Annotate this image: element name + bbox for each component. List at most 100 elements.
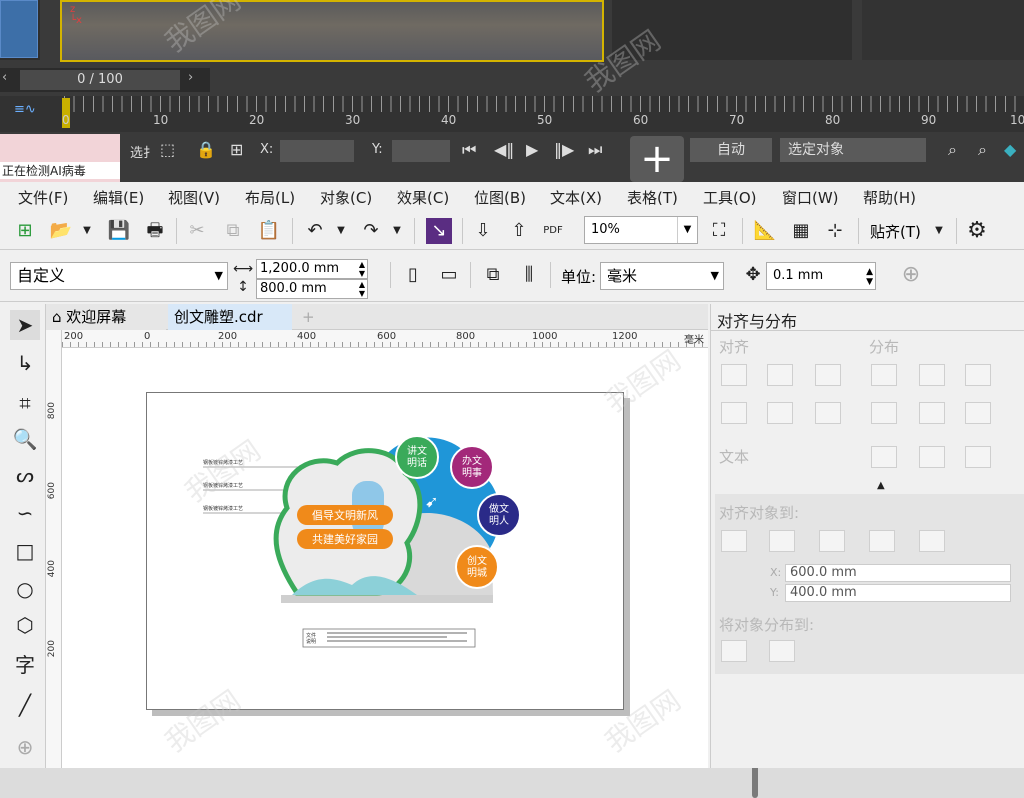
show-grid-icon[interactable]: ▦ <box>788 218 814 244</box>
show-guidelines-icon[interactable]: ⊹ <box>822 218 848 244</box>
text-tool-icon[interactable]: 字 <box>10 650 40 680</box>
text-baseline-2-icon[interactable] <box>919 446 945 468</box>
all-pages-icon[interactable]: ⧉ <box>480 262 506 288</box>
goto-start-icon[interactable]: ⏮ <box>462 140 476 160</box>
align-x-field[interactable]: X: 600.0 mm <box>770 564 1011 582</box>
export-icon[interactable]: ⇧ <box>506 218 532 244</box>
add-tool-icon[interactable]: ⊕ <box>10 732 40 762</box>
vertical-ruler[interactable]: 800 600 400 200 <box>46 330 62 768</box>
freehand-tool-icon[interactable]: ᔕ <box>10 460 40 490</box>
options-gear-icon[interactable]: ⚙ <box>964 218 990 244</box>
artwork-svg[interactable]: 钢板镀锌烤漆工艺 钢板镀锌烤漆工艺 钢板镀锌烤漆工艺 ➹ 倡导文明新风 共建美好… <box>147 393 625 711</box>
menu-bitmaps[interactable]: 位图(B) <box>474 187 526 208</box>
viewport-right[interactable] <box>612 0 852 60</box>
polygon-tool-icon[interactable]: ⬡ <box>10 610 40 640</box>
timeline-ruler[interactable]: ≡∿ 0 10 20 30 40 50 60 70 80 90 10 <box>0 96 1024 132</box>
menu-text[interactable]: 文本(X) <box>550 187 602 208</box>
distribute-page-icon[interactable] <box>769 640 795 662</box>
redo-icon[interactable]: ↷ <box>358 218 384 244</box>
distribute-right-icon[interactable] <box>965 364 991 386</box>
distribute-bottom-icon[interactable] <box>965 402 991 424</box>
artistic-media-icon[interactable]: ∽ <box>10 498 40 528</box>
redo-dropdown-icon[interactable]: ▼ <box>384 218 410 244</box>
distribute-middle-icon[interactable] <box>919 402 945 424</box>
menu-tools[interactable]: 工具(O) <box>703 187 757 208</box>
units-dropdown[interactable]: 毫米 ▼ <box>600 262 724 290</box>
zoom-level-dropdown[interactable]: 10% ▼ <box>584 216 698 244</box>
prev-key-icon[interactable]: ◀‖ <box>494 140 514 159</box>
copy-icon[interactable]: ⧉ <box>220 218 246 244</box>
collapse-arrow-icon[interactable]: ▲ <box>877 480 885 491</box>
distribute-left-icon[interactable] <box>871 364 897 386</box>
cut-icon[interactable]: ✂ <box>184 218 210 244</box>
auto-key-button[interactable]: 自动 <box>690 138 772 162</box>
import-icon[interactable]: ⇩ <box>470 218 496 244</box>
selected-object-dropdown[interactable]: 选定对象 <box>780 138 926 162</box>
snap-to-dropdown[interactable]: 贴齐(T) <box>870 221 921 242</box>
tab-welcome[interactable]: ⌂ 欢迎屏幕 <box>46 304 166 330</box>
line-tool-icon[interactable]: ╱ <box>10 690 40 720</box>
grid-icon[interactable] <box>869 530 895 552</box>
portrait-icon[interactable]: ▯ <box>400 262 426 288</box>
rectangle-tool-icon[interactable]: □ <box>10 536 40 566</box>
open-icon[interactable]: 📂 <box>48 218 74 244</box>
menu-effects[interactable]: 效果(C) <box>397 187 449 208</box>
pick-tool-icon[interactable]: ➤ <box>10 310 40 340</box>
drawing-canvas[interactable]: 钢板镀锌烤漆工艺 钢板镀锌烤漆工艺 钢板镀锌烤漆工艺 ➹ 倡导文明新风 共建美好… <box>62 348 758 798</box>
zoom-tool-icon[interactable]: 🔍 <box>10 424 40 454</box>
goto-end-icon[interactable]: ⏭ <box>588 140 602 160</box>
prev-frame-icon[interactable]: ‹ <box>2 70 7 85</box>
text-bbox-icon[interactable] <box>965 446 991 468</box>
current-page-icon[interactable]: ⫼ <box>516 262 542 288</box>
next-frame-icon[interactable]: › <box>188 70 193 85</box>
specified-point-icon[interactable] <box>919 530 945 552</box>
crop-tool-icon[interactable]: ⌗ <box>10 388 40 418</box>
cube-icon[interactable]: ◆ <box>1004 140 1016 159</box>
ellipse-tool-icon[interactable]: ○ <box>10 574 40 604</box>
open-dropdown-icon[interactable]: ▼ <box>74 218 100 244</box>
print-icon[interactable]: 🖶 <box>142 218 168 244</box>
undo-icon[interactable]: ↶ <box>302 218 328 244</box>
full-screen-icon[interactable]: ⛶ <box>706 218 732 244</box>
viewport-left[interactable] <box>0 0 40 60</box>
align-center-h-icon[interactable] <box>767 364 793 386</box>
spinner-icon[interactable]: ▲ ▼ <box>866 267 873 287</box>
save-icon[interactable]: 💾 <box>106 218 132 244</box>
spinner-icon[interactable]: ▲ ▼ <box>359 280 365 298</box>
search-content-icon[interactable]: ↘ <box>426 218 452 244</box>
undo-dropdown-icon[interactable]: ▼ <box>328 218 354 244</box>
add-icon[interactable]: ⊕ <box>898 262 924 288</box>
menu-help[interactable]: 帮助(H) <box>863 187 916 208</box>
align-y-field[interactable]: Y: 400.0 mm <box>770 584 1011 602</box>
align-center-v-icon[interactable] <box>767 402 793 424</box>
curve-editor-icon[interactable]: ≡∿ <box>14 102 36 117</box>
align-right-icon[interactable] <box>815 364 841 386</box>
page-height-field[interactable]: 800.0 mm ▲ ▼ <box>256 279 368 299</box>
menu-view[interactable]: 视图(V) <box>168 187 220 208</box>
page-edge-icon[interactable] <box>819 530 845 552</box>
document-page[interactable]: 钢板镀锌烤漆工艺 钢板镀锌烤漆工艺 钢板镀锌烤漆工艺 ➹ 倡导文明新风 共建美好… <box>146 392 624 710</box>
align-top-icon[interactable] <box>721 402 747 424</box>
menu-window[interactable]: 窗口(W) <box>782 187 839 208</box>
publish-pdf-icon[interactable]: PDF <box>540 218 566 244</box>
menu-file[interactable]: 文件(F) <box>18 187 68 208</box>
show-rulers-icon[interactable]: 📐 <box>752 218 778 244</box>
viewport-far-right[interactable] <box>862 0 1024 60</box>
y-coord-field[interactable] <box>392 140 450 162</box>
active-object-icon[interactable] <box>721 530 747 552</box>
selection-edge-icon[interactable] <box>769 530 795 552</box>
page-width-field[interactable]: 1,200.0 mm ▲ ▼ <box>256 259 368 279</box>
x-coord-field[interactable] <box>280 140 354 162</box>
play-icon[interactable]: ▶ <box>526 140 538 159</box>
next-key-icon[interactable]: ‖▶ <box>554 140 574 159</box>
lock-icon[interactable]: 🔒 <box>196 140 216 159</box>
zoom-all-icon[interactable]: ⌕ <box>978 140 987 160</box>
shape-tool-icon[interactable]: ↳ <box>10 348 40 378</box>
absolute-mode-icon[interactable]: ⊞ <box>230 140 243 159</box>
distribute-center-icon[interactable] <box>919 364 945 386</box>
menu-layout[interactable]: 布局(L) <box>245 187 295 208</box>
landscape-icon[interactable]: ▭ <box>436 262 462 288</box>
tab-document[interactable]: 创文雕塑.cdr <box>168 304 292 330</box>
frame-counter[interactable]: 0 / 100 <box>20 70 180 90</box>
align-bottom-icon[interactable] <box>815 402 841 424</box>
